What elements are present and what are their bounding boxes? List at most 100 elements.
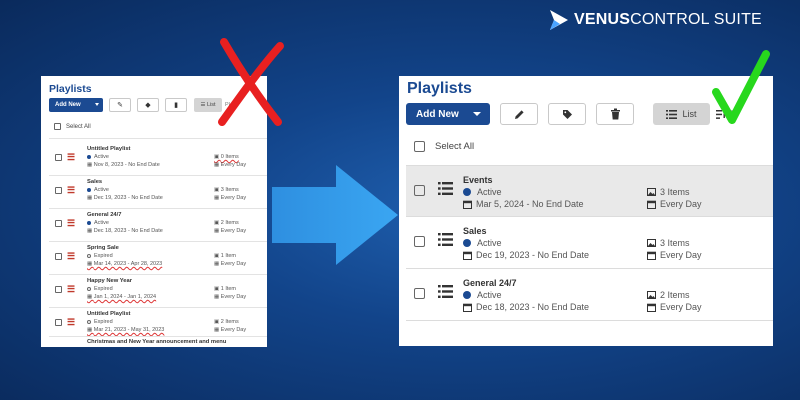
row-checkbox[interactable] (414, 288, 425, 299)
list-icon (438, 285, 453, 298)
row-items: ▣ 3 Items (214, 187, 239, 193)
trash-icon (610, 108, 620, 120)
select-all-label: Select All (66, 123, 91, 130)
list-icon: ☰ (67, 284, 76, 294)
row-frequency-label: Every Day (220, 294, 247, 300)
table-row[interactable]: ☰ Happy New Year Expired ▦ Jan 1, 2024 -… (49, 275, 267, 307)
list-icon (666, 109, 678, 119)
list-icon: ☰ (67, 317, 76, 327)
list-view-button[interactable]: List (653, 103, 710, 125)
row-dates-label: Dec 18, 2023 - No End Date (93, 228, 163, 234)
table-row[interactable]: Sales Active Dec 19, 2023 - No End Date … (406, 217, 773, 267)
tag-icon (562, 109, 572, 119)
tag-icon: ◆ (145, 102, 151, 109)
image-icon (647, 188, 656, 196)
row-frequency-label: Every Day (220, 195, 247, 201)
page-title: Playlists (407, 80, 472, 97)
select-all[interactable]: Select All (54, 123, 91, 130)
select-all-checkbox[interactable] (54, 123, 61, 130)
trash-icon: ▮ (174, 102, 178, 109)
row-status: Active (463, 187, 502, 197)
row-checkbox[interactable] (55, 220, 62, 227)
row-items: ▣ 1 Item (214, 253, 237, 259)
row-dates-label: Jan 1, 2024 - Jan 1, 2024 (93, 294, 157, 300)
row-frequency-label: Every Day (220, 228, 247, 234)
edit-button[interactable] (500, 103, 538, 125)
list-view-label: List (682, 109, 697, 119)
select-all[interactable]: Select All (414, 141, 474, 152)
delete-button[interactable]: ▮ (165, 98, 187, 112)
table-row[interactable]: ☰ General 24/7 Active ▦ Dec 18, 2023 - N… (49, 209, 267, 241)
row-name: General 24/7 (87, 212, 122, 218)
table-row[interactable]: ☰ Untitled Playlist Active ▦ Nov 8, 2023… (49, 143, 267, 175)
status-dot-icon (463, 291, 471, 299)
row-items: ▣ 1 Item (214, 286, 237, 292)
list-icon: ☰ (67, 185, 76, 195)
row-checkbox[interactable] (55, 187, 62, 194)
image-icon (647, 291, 656, 299)
row-items-label: 2 Items (220, 319, 239, 325)
row-status: Active (87, 154, 109, 160)
row-status: Expired (87, 253, 113, 259)
table-row[interactable]: Events Active Mar 5, 2024 - No End Date … (406, 166, 773, 216)
row-name: General 24/7 (463, 278, 517, 288)
status-dot-icon (87, 221, 91, 225)
table-row[interactable]: General 24/7 Active Dec 18, 2023 - No En… (406, 269, 773, 319)
row-items: ▣ 2 Items (214, 220, 239, 226)
row-frequency-label: Every Day (220, 327, 247, 333)
row-name: Happy New Year (87, 278, 133, 284)
status-dot-icon (87, 287, 91, 291)
select-all-label: Select All (435, 141, 475, 152)
add-new-button[interactable]: Add New (406, 103, 490, 125)
add-new-label: Add New (55, 102, 81, 108)
row-checkbox[interactable] (414, 185, 425, 196)
pencil-icon: ✎ (117, 102, 123, 109)
row-status: Expired (87, 286, 113, 292)
divider (49, 336, 267, 337)
table-row[interactable]: ☰ Sales Active ▦ Dec 19, 2023 - No End D… (49, 176, 267, 208)
row-status-label: Active (477, 187, 502, 197)
row-checkbox[interactable] (414, 236, 425, 247)
list-icon (438, 182, 453, 195)
row-items-label: 0 Items (220, 154, 239, 160)
row-dates: ▦ Nov 8, 2023 - No End Date (87, 162, 160, 168)
row-items-label: 1 Item (220, 253, 237, 259)
row-dates: Dec 19, 2023 - No End Date (463, 250, 589, 260)
row-frequency: ▦ Every Day (214, 228, 247, 234)
row-dates-label: Mar 5, 2024 - No End Date (476, 199, 584, 209)
row-dates: ▦ Dec 19, 2023 - No End Date (87, 195, 163, 201)
row-status: Active (463, 290, 502, 300)
row-status: Active (87, 187, 109, 193)
calendar-icon (647, 303, 656, 312)
table-row[interactable]: ☰ Spring Sale Expired ▦ Mar 14, 2023 - A… (49, 242, 267, 274)
select-all-checkbox[interactable] (414, 141, 425, 152)
pencil-icon (514, 109, 524, 119)
tag-button[interactable]: ◆ (137, 98, 159, 112)
row-items-label: 1 Item (220, 286, 237, 292)
add-new-button[interactable]: Add New (49, 98, 103, 112)
row-dates: ▦ Jan 1, 2024 - Jan 1, 2024 (87, 294, 157, 300)
row-checkbox[interactable] (55, 286, 62, 293)
row-frequency-label: Every Day (660, 199, 702, 209)
list-icon: ☰ (67, 218, 76, 228)
row-frequency-label: Every Day (220, 261, 247, 267)
row-dates-label: Dec 19, 2023 - No End Date (476, 250, 590, 260)
row-name: Sales (463, 226, 487, 236)
row-checkbox[interactable] (55, 154, 62, 161)
row-dates-label: Dec 18, 2023 - No End Date (476, 302, 590, 312)
row-status-label: Active (94, 154, 109, 160)
page-title: Playlists (49, 83, 92, 95)
delete-button[interactable] (596, 103, 634, 125)
row-dates: Mar 5, 2024 - No End Date (463, 199, 584, 209)
row-status-label: Active (477, 290, 502, 300)
row-frequency: ▦ Every Day (214, 195, 247, 201)
tag-button[interactable] (548, 103, 586, 125)
row-checkbox[interactable] (55, 319, 62, 326)
row-frequency: ▦ Every Day (214, 327, 247, 333)
row-status-label: Expired (94, 286, 113, 292)
row-items: ▣ 0 Items (214, 154, 239, 160)
edit-button[interactable]: ✎ (109, 98, 131, 112)
calendar-icon (463, 303, 472, 312)
row-items-label: 2 Items (660, 290, 690, 300)
row-checkbox[interactable] (55, 253, 62, 260)
